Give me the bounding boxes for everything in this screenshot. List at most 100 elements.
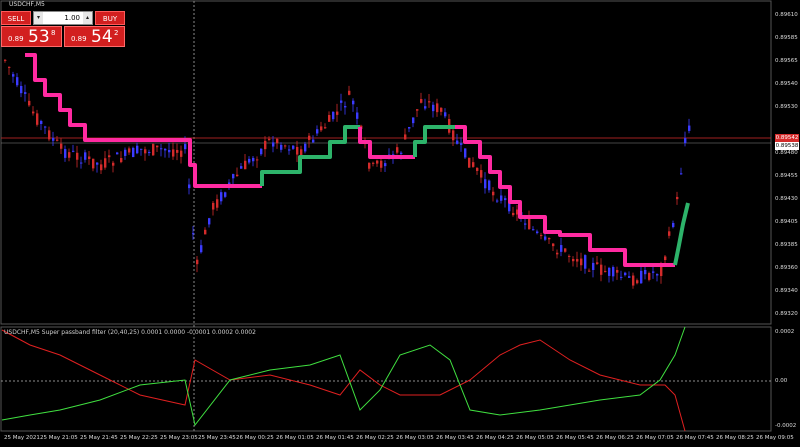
price-axis-label: 0.89385 — [775, 242, 798, 248]
candle-body — [572, 258, 575, 262]
candle-body — [592, 262, 595, 271]
time-axis-label: 26 May 03:05 — [396, 435, 434, 441]
indicator-axis-label: 0.0002 — [775, 329, 795, 335]
candle-body — [644, 269, 647, 275]
candle-body — [476, 167, 479, 171]
candle-body — [328, 115, 331, 122]
lot-size-input[interactable]: ▾ 1.00 ▴ — [33, 11, 93, 25]
candle-body — [288, 149, 291, 151]
candle-body — [196, 259, 199, 265]
candle-body — [12, 74, 15, 77]
candle-body — [80, 162, 83, 164]
candle-body — [312, 139, 315, 143]
sell-price-pip: 8 — [51, 29, 56, 37]
time-axis-label: 26 May 01:45 — [316, 435, 354, 441]
candle-body — [44, 126, 47, 128]
candle-body — [672, 222, 675, 228]
step-line-down-segment — [358, 127, 415, 159]
candles-group — [4, 58, 691, 289]
candle-body — [408, 126, 411, 129]
time-axis-label: 25 May 21:05 — [40, 435, 78, 441]
candle-body — [604, 270, 607, 272]
candle-body — [488, 180, 491, 191]
candle-body — [284, 145, 287, 147]
candle-body — [444, 112, 447, 117]
candle-body — [632, 275, 635, 286]
time-axis-label: 26 May 05:05 — [516, 435, 554, 441]
candle-body — [324, 127, 327, 129]
lot-increase-icon[interactable]: ▴ — [83, 12, 92, 24]
price-axis-label: 0.89530 — [775, 104, 798, 110]
candle-body — [460, 143, 463, 145]
chart-window[interactable]: USDCHF,M5 SELL ▾ 1.00 ▴ BUY 0.89 53 8 0.… — [0, 0, 800, 447]
candle-body — [88, 156, 91, 160]
candle-body — [624, 272, 627, 276]
buy-button[interactable]: BUY — [95, 11, 125, 25]
candle-body — [184, 144, 187, 150]
sell-button[interactable]: SELL — [1, 11, 31, 25]
candle-body — [492, 191, 495, 196]
buy-price-button[interactable]: 0.89 54 2 — [64, 26, 125, 47]
chart-canvas[interactable] — [0, 0, 800, 447]
candle-body — [268, 138, 271, 140]
candle-body — [512, 212, 515, 216]
time-axis-label: 26 May 07:45 — [676, 435, 714, 441]
candle-body — [340, 100, 343, 103]
candle-body — [468, 157, 471, 168]
candle-body — [676, 196, 679, 200]
time-axis-label: 25 May 22:25 — [120, 435, 158, 441]
indicator-lines-group — [1, 326, 686, 432]
candle-body — [192, 233, 195, 235]
candle-body — [680, 173, 683, 175]
candle-body — [440, 107, 443, 112]
candle-body — [252, 157, 255, 162]
candle-body — [176, 149, 179, 153]
candle-body — [628, 276, 631, 278]
candle-body — [232, 174, 235, 179]
one-click-trade-panel: SELL ▾ 1.00 ▴ BUY 0.89 53 8 0.89 54 2 — [1, 1, 125, 47]
candle-body — [596, 262, 599, 264]
candle-body — [576, 259, 579, 262]
candle-body — [204, 229, 207, 235]
candle-body — [292, 145, 295, 149]
lot-decrease-icon[interactable]: ▾ — [34, 12, 43, 24]
candle-body — [640, 270, 643, 284]
candle-body — [500, 195, 503, 201]
candle-body — [432, 104, 435, 112]
candle-body — [456, 140, 459, 144]
price-axis-label: 0.89320 — [775, 311, 798, 317]
candle-body — [540, 235, 543, 237]
candle-body — [108, 155, 111, 158]
candle-body — [24, 92, 27, 94]
time-axis-label: 26 May 03:45 — [436, 435, 474, 441]
candle-body — [100, 164, 103, 171]
candle-body — [188, 184, 191, 189]
buy-price-big: 54 — [91, 27, 113, 47]
time-axis-label: 25 May 21:45 — [80, 435, 118, 441]
candle-body — [304, 143, 307, 152]
candle-body — [484, 179, 487, 189]
candle-body — [404, 134, 407, 140]
candle-body — [8, 66, 11, 68]
ask-price-tag: 0.89542 — [775, 134, 799, 142]
candle-body — [348, 90, 351, 95]
candle-body — [300, 149, 303, 156]
candle-body — [92, 158, 95, 169]
candle-body — [436, 103, 439, 113]
candle-body — [568, 255, 571, 257]
candle-body — [524, 223, 527, 225]
trade-controls-row: SELL ▾ 1.00 ▴ BUY — [1, 11, 125, 25]
candle-body — [132, 147, 135, 158]
candle-body — [424, 106, 427, 109]
candle-body — [464, 148, 467, 158]
time-axis-label: 25 May 2021 — [4, 435, 40, 441]
price-axis-label: 0.89585 — [775, 35, 798, 41]
candle-body — [156, 145, 159, 148]
candle-body — [584, 255, 587, 269]
sell-price-button[interactable]: 0.89 53 8 — [1, 26, 62, 47]
price-axis-label: 0.89455 — [775, 173, 798, 179]
candle-body — [164, 148, 167, 151]
time-axis-label: 26 May 08:25 — [716, 435, 754, 441]
price-axis-label: 0.89405 — [775, 219, 798, 225]
candle-body — [244, 160, 247, 170]
